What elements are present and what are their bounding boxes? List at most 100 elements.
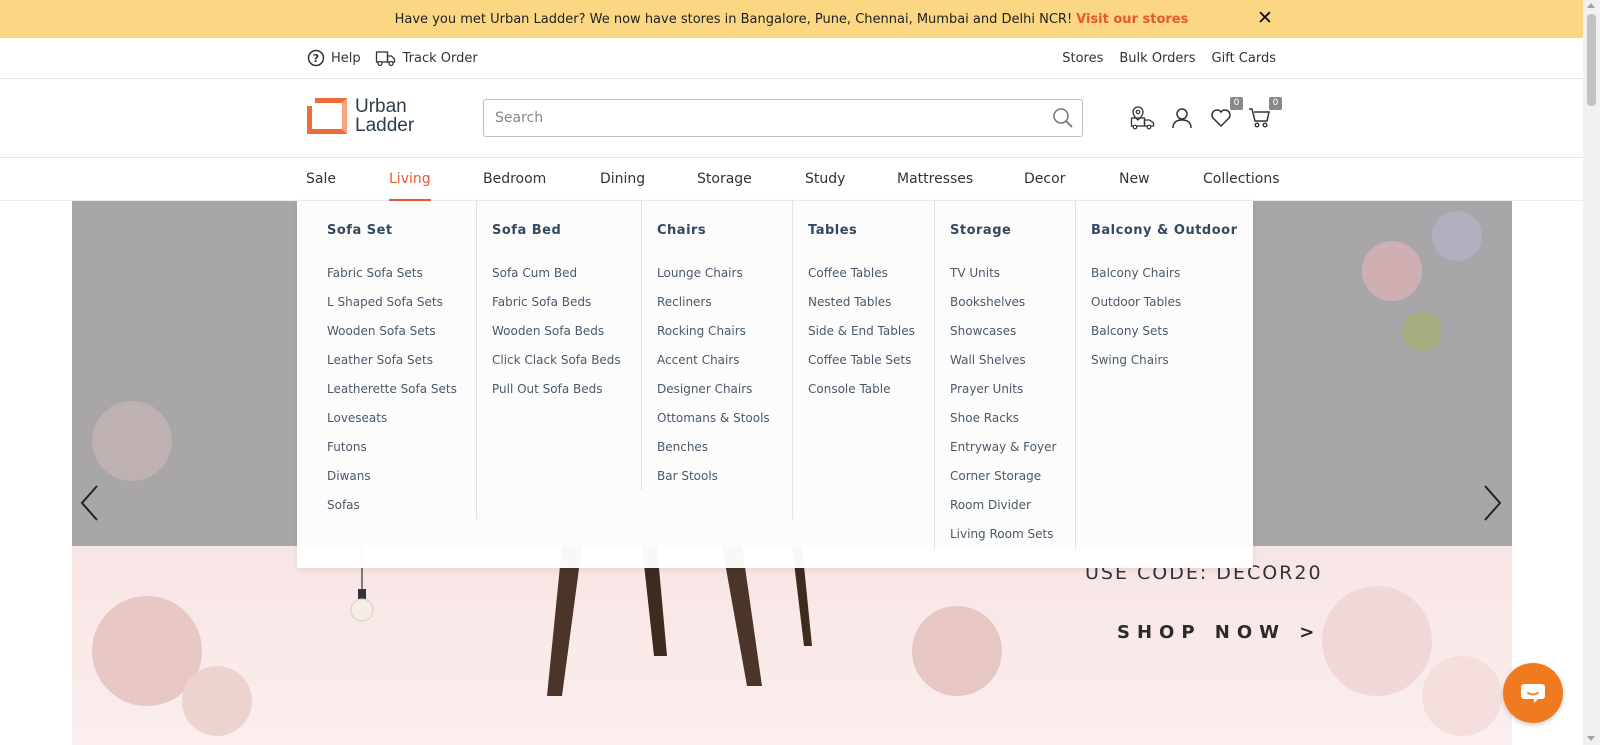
- menu-item[interactable]: Bookshelves: [950, 288, 1072, 317]
- menu-item[interactable]: Diwans: [327, 462, 473, 491]
- logo-mark: [307, 98, 347, 134]
- menu-item[interactable]: Click Clack Sofa Beds: [492, 346, 636, 375]
- menu-item[interactable]: Pull Out Sofa Beds: [492, 375, 636, 404]
- cart-count-badge: 0: [1269, 97, 1282, 110]
- menu-item[interactable]: Benches: [657, 433, 789, 462]
- cart-icon[interactable]: 0: [1247, 97, 1282, 131]
- track-order-link[interactable]: Track Order: [375, 48, 478, 68]
- category-collections[interactable]: Collections: [1203, 159, 1280, 201]
- page-scrollbar[interactable]: [1583, 0, 1600, 745]
- menu-item[interactable]: Accent Chairs: [657, 346, 789, 375]
- menu-item[interactable]: Swing Chairs: [1091, 346, 1245, 375]
- menu-item[interactable]: Corner Storage: [950, 462, 1072, 491]
- menu-item[interactable]: Bar Stools: [657, 462, 789, 491]
- logo-line1: Urban: [355, 96, 407, 117]
- menu-item[interactable]: Sofa Cum Bed: [492, 259, 636, 288]
- menu-item[interactable]: Ottomans & Stools: [657, 404, 789, 433]
- menu-item[interactable]: Fabric Sofa Sets: [327, 259, 473, 288]
- bulk-orders-link[interactable]: Bulk Orders: [1119, 51, 1195, 66]
- menu-item[interactable]: Designer Chairs: [657, 375, 789, 404]
- menu-heading[interactable]: Tables: [808, 221, 930, 241]
- living-mega-menu: Sofa Set Fabric Sofa Sets L Shaped Sofa …: [297, 201, 1253, 568]
- carousel-prev-button[interactable]: [69, 478, 109, 528]
- menu-item[interactable]: L Shaped Sofa Sets: [327, 288, 473, 317]
- chat-bubble-icon: [1521, 684, 1545, 703]
- search-input[interactable]: [495, 110, 1048, 126]
- logo-line2: Ladder: [355, 115, 415, 136]
- carousel-next-button[interactable]: [1473, 478, 1513, 528]
- menu-item[interactable]: Loveseats: [327, 404, 473, 433]
- menu-heading[interactable]: Storage: [950, 221, 1072, 241]
- wishlist-icon[interactable]: 0: [1208, 97, 1243, 131]
- menu-column-storage: Storage TV Units Bookshelves Showcases W…: [934, 201, 1072, 549]
- menu-item[interactable]: Shoe Racks: [950, 404, 1072, 433]
- gift-cards-link[interactable]: Gift Cards: [1212, 51, 1276, 66]
- category-new[interactable]: New: [1119, 159, 1150, 201]
- menu-heading[interactable]: Chairs: [657, 221, 789, 241]
- menu-column-sofa-bed: Sofa Bed Sofa Cum Bed Fabric Sofa Beds W…: [476, 201, 636, 519]
- help-icon: ?: [307, 49, 325, 67]
- user-account-icon[interactable]: [1169, 105, 1195, 131]
- menu-item[interactable]: Recliners: [657, 288, 789, 317]
- menu-item[interactable]: Console Table: [808, 375, 930, 404]
- urban-ladder-logo[interactable]: Urban Ladder: [307, 96, 439, 136]
- chair-legs-image: [547, 546, 812, 696]
- delivery-truck-icon: [375, 51, 395, 67]
- wishlist-count-badge: 0: [1230, 97, 1243, 110]
- chat-button[interactable]: [1503, 663, 1563, 723]
- help-link[interactable]: ? Help: [307, 49, 361, 67]
- menu-item[interactable]: Leatherette Sofa Sets: [327, 375, 473, 404]
- shop-now-link[interactable]: SHOP NOW >: [1117, 622, 1321, 643]
- chevron-left-icon: [80, 485, 98, 521]
- menu-item[interactable]: Leather Sofa Sets: [327, 346, 473, 375]
- menu-item[interactable]: Coffee Table Sets: [808, 346, 930, 375]
- menu-item[interactable]: Entryway & Foyer: [950, 433, 1072, 462]
- category-mattresses[interactable]: Mattresses: [897, 159, 973, 201]
- announcement-text: Have you met Urban Ladder? We now have s…: [394, 11, 1073, 27]
- menu-item[interactable]: Wall Shelves: [950, 346, 1072, 375]
- announcement-bar: Have you met Urban Ladder? We now have s…: [0, 0, 1583, 38]
- menu-item[interactable]: Showcases: [950, 317, 1072, 346]
- scroll-thumb[interactable]: [1587, 14, 1596, 106]
- scroll-down-arrow[interactable]: [1587, 736, 1595, 741]
- header-icons: 0 0: [1130, 97, 1286, 135]
- menu-item[interactable]: Prayer Units: [950, 375, 1072, 404]
- category-dining[interactable]: Dining: [600, 159, 645, 201]
- search-icon[interactable]: [1048, 103, 1078, 133]
- menu-item[interactable]: Living Room Sets: [950, 520, 1072, 549]
- menu-item[interactable]: Side & End Tables: [808, 317, 930, 346]
- menu-column-balcony-outdoor: Balcony & Outdoor Balcony Chairs Outdoor…: [1075, 201, 1245, 549]
- search-box: [483, 99, 1083, 137]
- category-living[interactable]: Living: [389, 159, 431, 201]
- menu-heading[interactable]: Sofa Set: [327, 221, 473, 241]
- category-decor[interactable]: Decor: [1024, 159, 1065, 201]
- menu-item[interactable]: Wooden Sofa Sets: [327, 317, 473, 346]
- menu-item[interactable]: Coffee Tables: [808, 259, 930, 288]
- menu-item[interactable]: Outdoor Tables: [1091, 288, 1245, 317]
- category-study[interactable]: Study: [805, 159, 845, 201]
- track-order-label: Track Order: [402, 50, 478, 66]
- menu-item[interactable]: Room Divider: [950, 491, 1072, 520]
- menu-item[interactable]: Nested Tables: [808, 288, 930, 317]
- menu-item[interactable]: Wooden Sofa Beds: [492, 317, 636, 346]
- category-sale[interactable]: Sale: [306, 159, 336, 201]
- menu-item[interactable]: Lounge Chairs: [657, 259, 789, 288]
- scroll-up-arrow[interactable]: [1587, 3, 1595, 8]
- store-locator-icon[interactable]: [1130, 105, 1156, 131]
- menu-item[interactable]: Futons: [327, 433, 473, 462]
- menu-item[interactable]: Fabric Sofa Beds: [492, 288, 636, 317]
- menu-heading[interactable]: Balcony & Outdoor: [1091, 221, 1245, 241]
- menu-item[interactable]: Sofas: [327, 491, 473, 520]
- category-storage[interactable]: Storage: [697, 159, 752, 201]
- menu-item[interactable]: Balcony Chairs: [1091, 259, 1245, 288]
- menu-item[interactable]: Balcony Sets: [1091, 317, 1245, 346]
- stores-link[interactable]: Stores: [1062, 51, 1103, 66]
- menu-item[interactable]: Rocking Chairs: [657, 317, 789, 346]
- menu-item[interactable]: TV Units: [950, 259, 1072, 288]
- menu-heading[interactable]: Sofa Bed: [492, 221, 636, 241]
- category-bedroom[interactable]: Bedroom: [483, 159, 546, 201]
- close-announcement-button[interactable]: ✕: [1255, 7, 1275, 29]
- menu-column-tables: Tables Coffee Tables Nested Tables Side …: [792, 201, 930, 519]
- category-nav: Sale Living Bedroom Dining Storage Study…: [0, 159, 1583, 201]
- visit-stores-link[interactable]: Visit our stores: [1076, 12, 1188, 27]
